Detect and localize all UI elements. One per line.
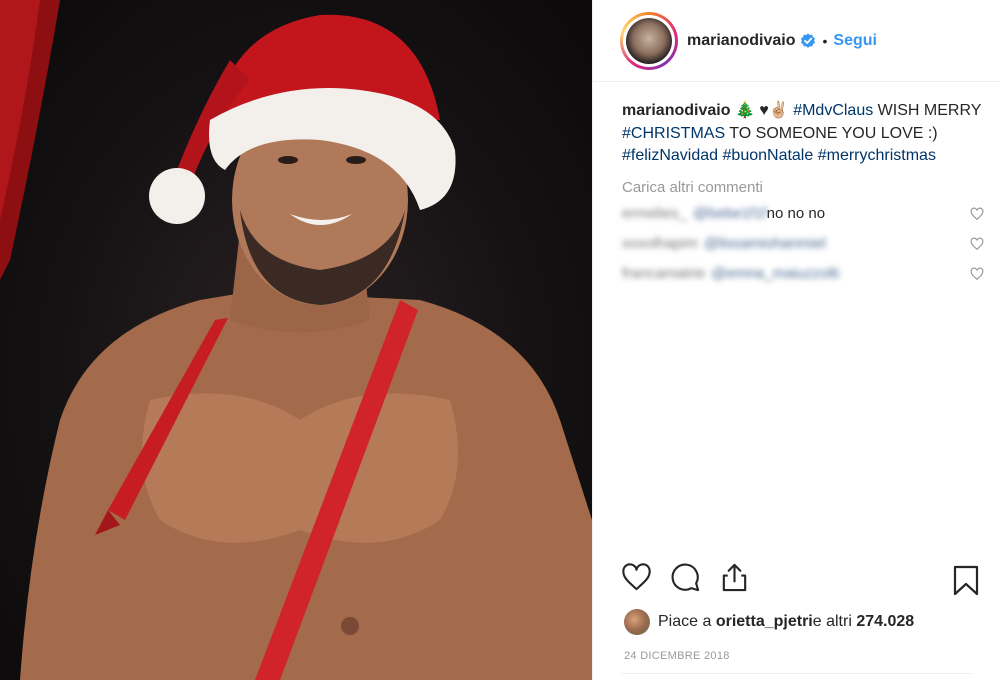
caption-emoji: 🎄 ♥✌🏼 [734, 102, 789, 119]
post-header: marianodivaio • Segui [593, 0, 1000, 82]
comment-username[interactable]: francamatrie [622, 265, 705, 282]
heart-icon[interactable] [621, 562, 652, 593]
hashtag-link[interactable]: #MdvClaus [793, 102, 873, 119]
hashtag-link[interactable]: #felizNavidad [622, 147, 718, 164]
share-icon[interactable] [719, 562, 750, 593]
verified-badge-icon [801, 33, 816, 48]
liker-username[interactable]: orietta_pjetri [716, 613, 813, 631]
caption-username[interactable]: marianodivaio [622, 102, 730, 119]
like-comment-heart-icon[interactable] [970, 237, 984, 251]
header-username[interactable]: marianodivaio [687, 32, 795, 50]
post-side-panel: marianodivaio • Segui marianodivaio 🎄 ♥✌… [592, 0, 1000, 680]
comment-row: ermelies_ @bebe1f1f no no no [622, 199, 984, 229]
follow-button[interactable]: Segui [833, 32, 877, 50]
comment-icon[interactable] [670, 562, 701, 593]
comment-text: no no no [766, 205, 826, 222]
likes-prefix: Piace a [658, 613, 712, 630]
post-date[interactable]: 24 DICEMBRE 2018 [624, 650, 730, 662]
comment-mention[interactable]: @emna_maiuzzolti [711, 265, 839, 282]
likes-middle: e altri [812, 613, 852, 630]
story-ring-avatar[interactable] [620, 11, 678, 70]
comments-section: marianodivaio 🎄 ♥✌🏼 #MdvClaus WISH MERRY… [622, 100, 984, 289]
load-more-comments-button[interactable]: Carica altri commenti [622, 179, 984, 196]
comment-row: xoxolhapim @lissamiohanmiel [622, 229, 984, 259]
action-bar [593, 552, 1000, 602]
likes-summary: Piace a orietta_pjetri e altri 274.028 [593, 602, 1000, 642]
hashtag-link[interactable]: #merrychristmas [818, 147, 936, 164]
comment-username[interactable]: xoxolhapim [622, 235, 698, 252]
likes-count[interactable]: 274.028 [856, 613, 914, 631]
comment-mention[interactable]: @bebe1f1f [693, 205, 767, 222]
like-comment-heart-icon[interactable] [970, 207, 984, 221]
post-photo[interactable] [0, 0, 592, 680]
comment-username[interactable]: ermelies_ [622, 205, 687, 222]
post-footer: Piace a orietta_pjetri e altri 274.028 2… [593, 552, 1000, 674]
hashtag-link[interactable]: #buonNatale [723, 147, 814, 164]
caption-text-2: WISH MERRY [873, 102, 982, 119]
bookmark-icon[interactable] [953, 565, 979, 596]
hashtag-link[interactable]: #CHRISTMAS [622, 125, 725, 142]
post-caption: marianodivaio 🎄 ♥✌🏼 #MdvClaus WISH MERRY… [622, 100, 984, 168]
liker-avatar[interactable] [624, 609, 650, 635]
comment-mention[interactable]: @lissamiohanmiel [704, 235, 826, 252]
santa-portrait-illustration [0, 0, 592, 680]
divider [622, 673, 972, 674]
like-comment-heart-icon[interactable] [970, 267, 984, 281]
avatar [626, 17, 672, 64]
comment-row: francamatrie @emna_maiuzzolti [622, 259, 984, 289]
separator-dot: • [822, 32, 828, 49]
caption-text-4: TO SOMEONE YOU LOVE :) [725, 124, 938, 142]
